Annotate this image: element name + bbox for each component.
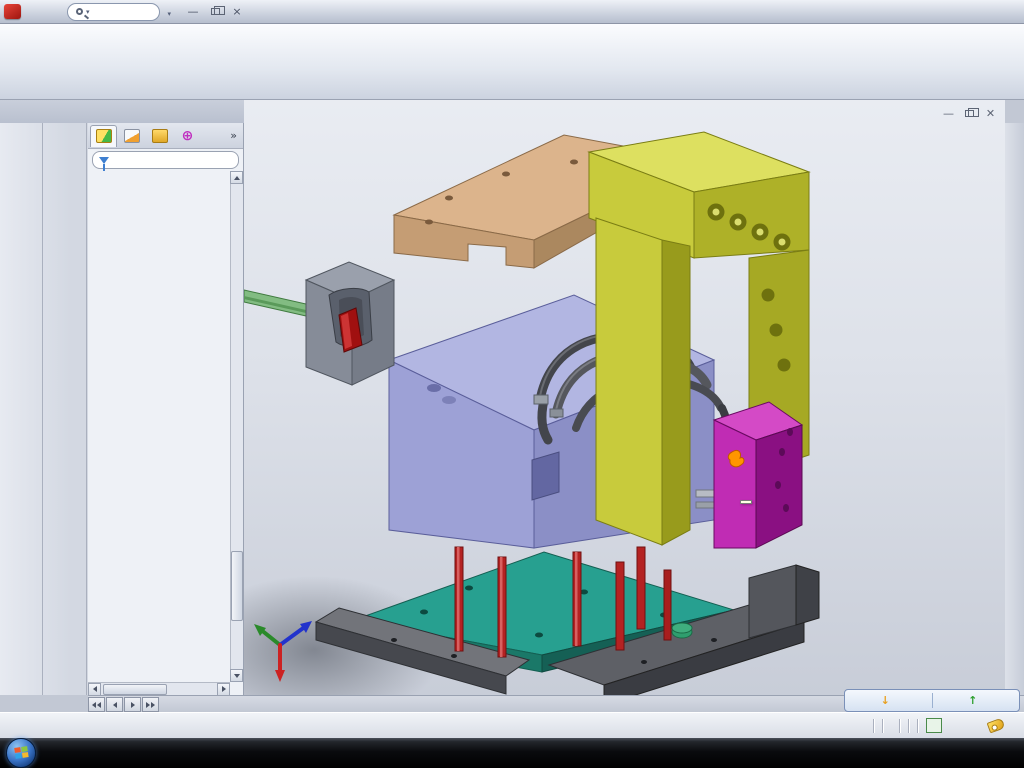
first-tab-button[interactable] — [88, 697, 105, 712]
start-button[interactable] — [6, 738, 36, 768]
tag-icon[interactable] — [987, 718, 1006, 734]
tree-filter-input[interactable] — [92, 151, 239, 169]
feature-tree — [88, 171, 230, 682]
tree-vertical-scrollbar[interactable] — [230, 171, 243, 682]
configuration-manager-icon — [152, 129, 168, 143]
features-toolbar — [0, 123, 43, 695]
download-arrow-icon: ↓ — [881, 694, 890, 707]
property-manager-tab[interactable] — [118, 125, 145, 147]
help-button[interactable]: ▾ — [164, 5, 176, 19]
model-mold-insert[interactable] — [306, 262, 394, 385]
model-side-core-block[interactable] — [714, 402, 802, 548]
filter-funnel-icon — [99, 157, 109, 164]
document-window-controls: — ✕ — [940, 106, 999, 120]
network-speed-widget[interactable]: ↓ ↑ — [844, 689, 1020, 712]
configuration-manager-tab[interactable] — [146, 125, 173, 147]
scroll-up-button[interactable] — [230, 171, 243, 184]
filter-row — [88, 149, 243, 171]
panel-tabs: ⊕ » — [88, 123, 243, 149]
scrollbar-thumb[interactable] — [231, 551, 243, 621]
status-bar — [0, 712, 1024, 738]
next-tab-button[interactable] — [124, 697, 141, 712]
model-insert-rod[interactable] — [244, 290, 306, 316]
close-button[interactable]: × — [227, 4, 247, 20]
doc-minimize-button[interactable]: — — [940, 106, 957, 120]
doc-close-button[interactable]: ✕ — [982, 106, 999, 120]
scroll-down-button[interactable] — [230, 669, 243, 682]
task-pane-strip — [1005, 123, 1024, 695]
title-bar: ▾ ▾ — × — [0, 0, 1024, 24]
surfaces-toolbar — [44, 123, 87, 695]
feature-manager-panel: ⊕ » — [88, 123, 244, 695]
feature-tooltip — [740, 500, 752, 504]
windows-logo-icon — [14, 746, 29, 760]
search-input[interactable] — [93, 6, 151, 18]
search-box[interactable]: ▾ — [67, 3, 160, 21]
feature-manager-tab[interactable] — [90, 125, 117, 147]
search-dropdown-icon[interactable]: ▾ — [86, 8, 90, 16]
graphics-viewport[interactable]: — ✕ — [244, 100, 1005, 695]
upload-arrow-icon: ↑ — [968, 694, 977, 707]
scrollbar-thumb[interactable] — [103, 684, 167, 695]
restore-button[interactable] — [205, 4, 225, 20]
status-help-icon[interactable] — [926, 718, 942, 733]
search-icon — [76, 8, 83, 15]
tree-horizontal-scrollbar[interactable] — [88, 682, 230, 695]
command-manager — [0, 24, 1024, 100]
orientation-triad — [254, 621, 312, 682]
solidworks-logo-icon — [4, 4, 21, 19]
windows-taskbar — [0, 738, 1024, 768]
left-toolbars — [0, 123, 88, 695]
dimxpert-manager-icon: ⊕ — [180, 129, 196, 143]
prev-tab-button[interactable] — [106, 697, 123, 712]
model-canvas[interactable] — [244, 100, 1005, 695]
scroll-right-button[interactable] — [217, 683, 230, 696]
last-tab-button[interactable] — [142, 697, 159, 712]
scroll-left-button[interactable] — [88, 683, 101, 696]
feature-manager-icon — [96, 129, 112, 143]
minimize-button[interactable]: — — [183, 4, 203, 20]
doc-restore-button[interactable] — [961, 106, 978, 120]
dimxpert-manager-tab[interactable]: ⊕ — [174, 125, 201, 147]
panel-tabs-overflow[interactable]: » — [226, 129, 241, 142]
property-manager-icon — [124, 129, 140, 143]
